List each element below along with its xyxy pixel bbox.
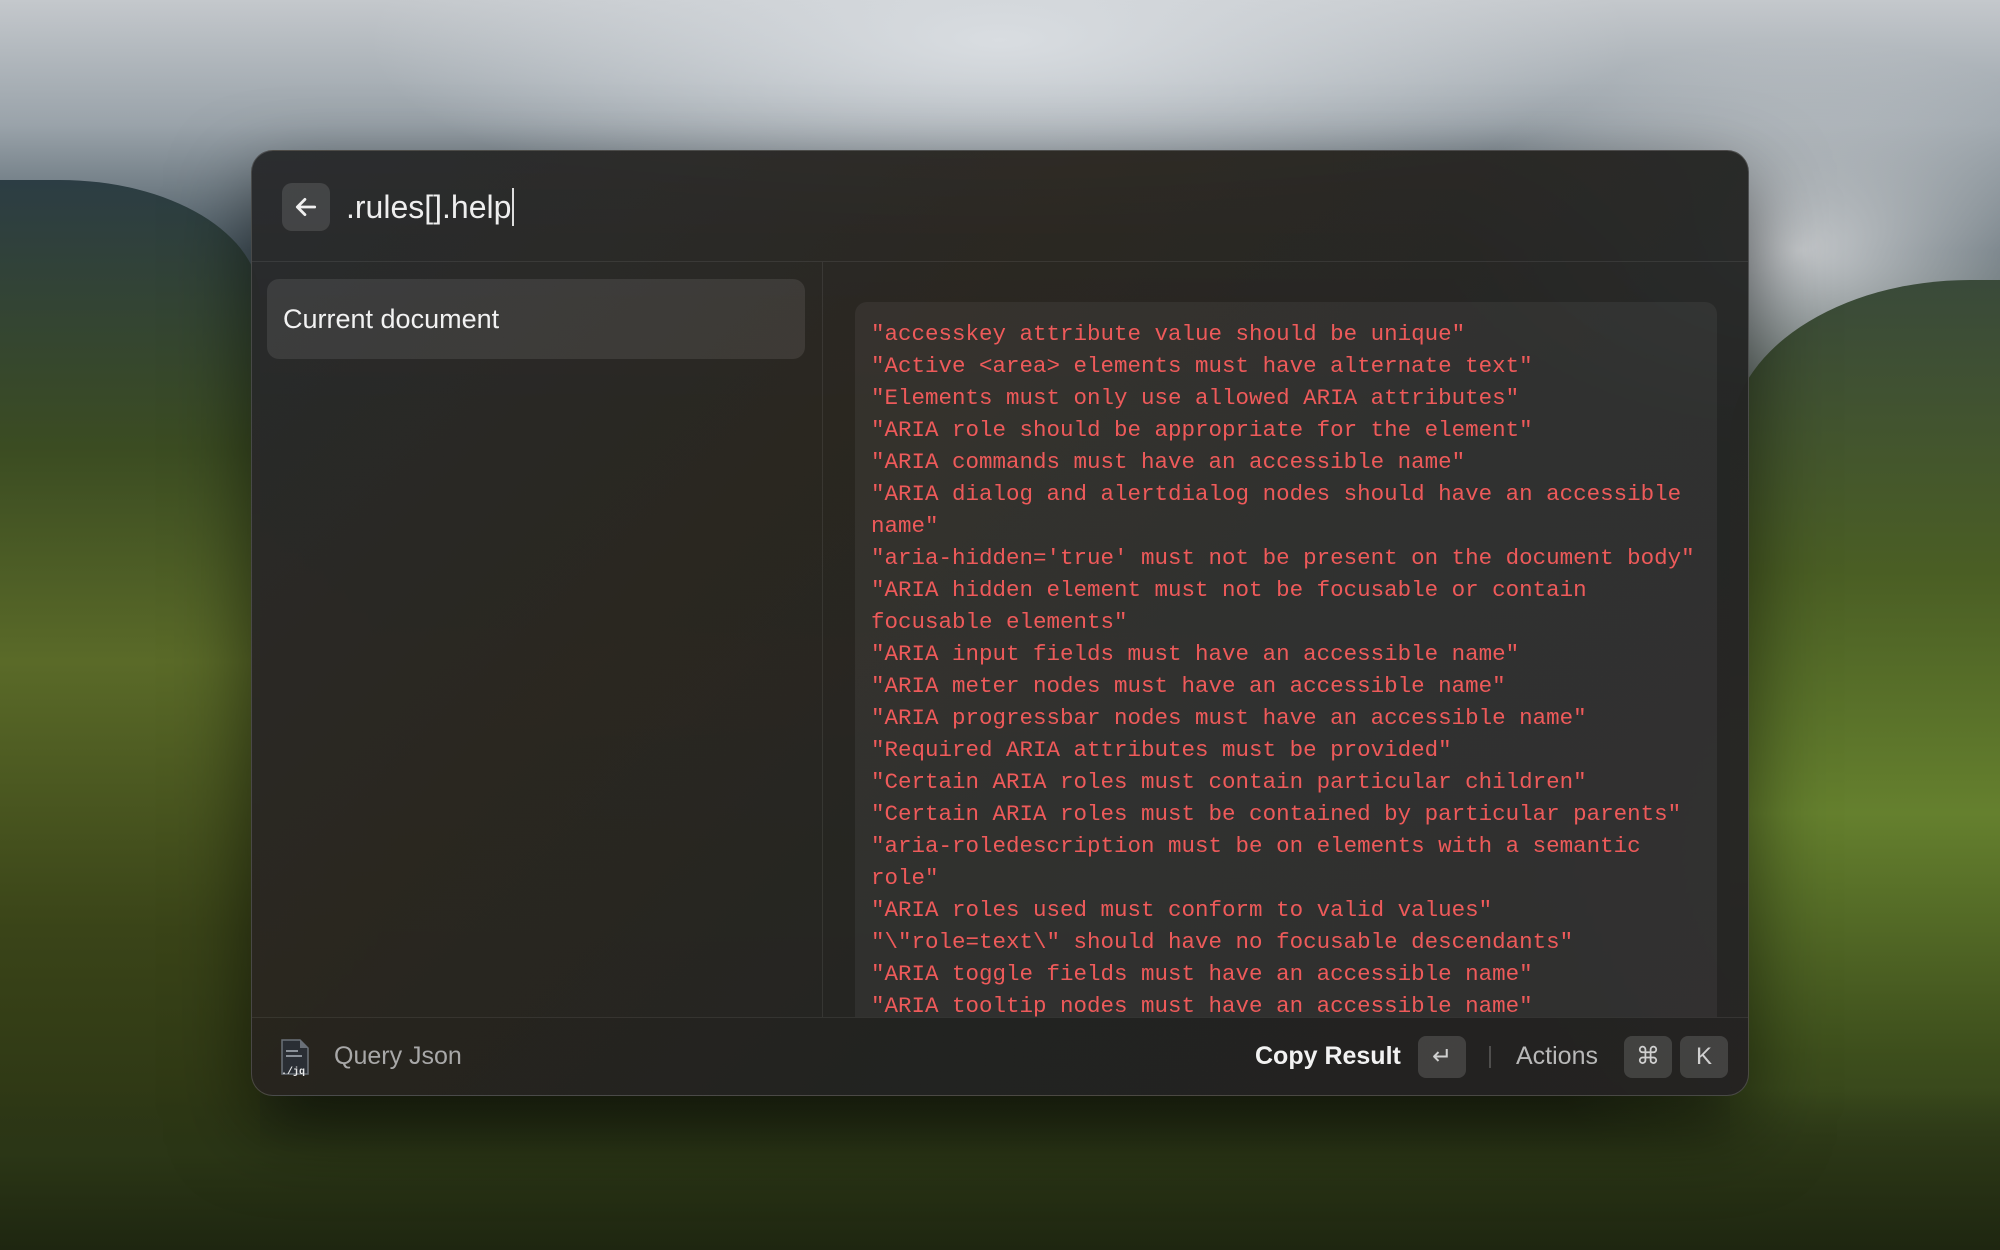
result-line: "ARIA input fields must have an accessib… xyxy=(871,641,1520,667)
background-forest xyxy=(0,1090,2000,1250)
result-code-block[interactable]: "accesskey attribute value should be uni… xyxy=(855,302,1717,1017)
actions-button[interactable]: Actions xyxy=(1516,1018,1598,1095)
result-pane: "accesskey attribute value should be uni… xyxy=(823,262,1748,1017)
result-line: "ARIA toggle fields must have an accessi… xyxy=(871,961,1533,987)
result-line: "Certain ARIA roles must contain particu… xyxy=(871,769,1587,795)
jq-file-icon: ./jq xyxy=(281,1039,309,1078)
result-line: "aria-roledescription must be on element… xyxy=(871,833,1655,891)
result-line: "\"role=text\" should have no focusable … xyxy=(871,929,1574,955)
result-line: "Elements must only use allowed ARIA att… xyxy=(871,385,1520,411)
footer-divider xyxy=(1489,1046,1491,1068)
arrow-left-icon xyxy=(295,198,317,216)
app-icon-label: ./jq xyxy=(281,1066,305,1078)
result-line: "Required ARIA attributes must be provid… xyxy=(871,737,1452,763)
result-line: "ARIA meter nodes must have an accessibl… xyxy=(871,673,1506,699)
result-line: "ARIA progressbar nodes must have an acc… xyxy=(871,705,1587,731)
source-list: Current document xyxy=(252,262,823,1017)
query-input[interactable]: .rules[].help xyxy=(346,187,515,227)
k-key-badge: K xyxy=(1680,1036,1728,1078)
launcher-window: .rules[].help Current document "accesske… xyxy=(251,150,1749,1096)
result-line: "ARIA dialog and alertdialog nodes shoul… xyxy=(871,481,1695,539)
list-item-label: Current document xyxy=(283,304,500,334)
action-bar: ./jq Query Json Copy Result ↵ Actions ⌘ … xyxy=(252,1017,1748,1095)
text-caret xyxy=(512,188,515,226)
copy-result-button[interactable]: Copy Result xyxy=(1255,1018,1401,1095)
back-button[interactable] xyxy=(282,183,330,231)
result-line: "aria-hidden='true' must not be present … xyxy=(871,545,1695,571)
result-line: "accesskey attribute value should be uni… xyxy=(871,321,1466,347)
result-line: "ARIA hidden element must not be focusab… xyxy=(871,577,1601,635)
command-name: Query Json xyxy=(334,1042,462,1070)
result-line: "Active <area> elements must have altern… xyxy=(871,353,1533,379)
result-lines: "accesskey attribute value should be uni… xyxy=(871,318,1701,1017)
list-item-current-document[interactable]: Current document xyxy=(267,279,805,359)
enter-key-badge: ↵ xyxy=(1418,1036,1466,1078)
result-line: "ARIA role should be appropriate for the… xyxy=(871,417,1533,443)
search-header: .rules[].help xyxy=(252,151,1748,262)
result-line: "ARIA tooltip nodes must have an accessi… xyxy=(871,993,1533,1017)
result-line: "ARIA commands must have an accessible n… xyxy=(871,449,1466,475)
result-line: "Certain ARIA roles must be contained by… xyxy=(871,801,1682,827)
command-key-badge: ⌘ xyxy=(1624,1036,1672,1078)
query-input-value: .rules[].help xyxy=(346,189,512,225)
result-line: "ARIA roles used must conform to valid v… xyxy=(871,897,1493,923)
